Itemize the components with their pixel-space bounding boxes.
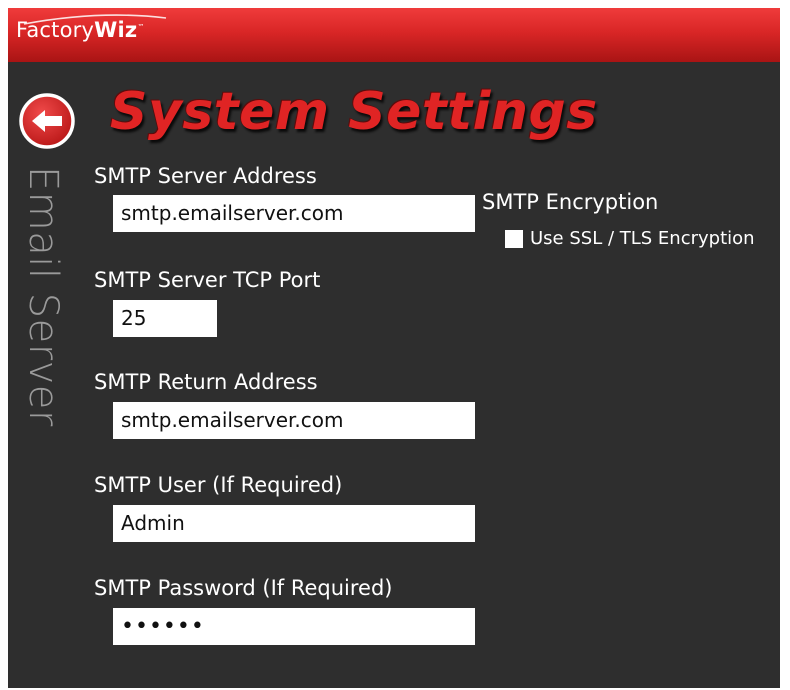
- app-logo: FactoryWiz™: [16, 18, 145, 42]
- logo-trademark: ™: [137, 23, 145, 31]
- title-bar: FactoryWiz™: [8, 8, 780, 62]
- tcp-port-input[interactable]: 25: [113, 300, 217, 337]
- logo-text-light: Factory: [16, 18, 95, 42]
- ssl-tls-checkbox-label[interactable]: Use SSL / TLS Encryption: [530, 228, 755, 249]
- password-label: SMTP Password (If Required): [94, 576, 393, 600]
- section-label-text: Email Server: [20, 166, 66, 427]
- user-input[interactable]: Admin: [113, 505, 475, 542]
- user-label: SMTP User (If Required): [94, 473, 343, 497]
- encryption-title: SMTP Encryption: [482, 190, 659, 214]
- return-address-label: SMTP Return Address: [94, 370, 318, 394]
- page-title: System Settings: [110, 82, 598, 142]
- return-address-input[interactable]: smtp.emailserver.com: [113, 402, 475, 439]
- ssl-tls-checkbox[interactable]: [505, 230, 523, 248]
- tcp-port-label: SMTP Server TCP Port: [94, 268, 321, 292]
- section-label: Email Server: [20, 166, 68, 506]
- server-address-label: SMTP Server Address: [94, 164, 317, 188]
- server-address-input[interactable]: smtp.emailserver.com: [113, 195, 475, 232]
- app-window: FactoryWiz™ System Settings Email Server…: [8, 8, 780, 688]
- back-arrow-circle-icon: [19, 93, 75, 149]
- back-button[interactable]: [18, 92, 76, 150]
- password-input[interactable]: ••••••: [113, 608, 475, 645]
- logo-text-bold: Wiz: [94, 18, 138, 42]
